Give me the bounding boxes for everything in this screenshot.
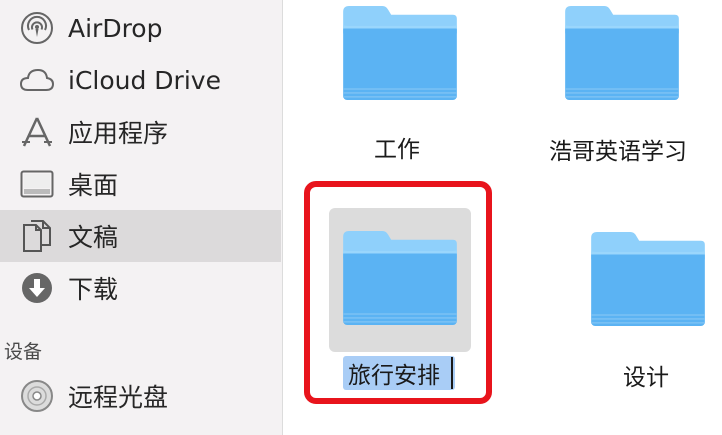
sidebar-item-remote-disc[interactable]: 远程光盘 — [0, 370, 281, 422]
folder-icon[interactable] — [587, 230, 709, 332]
folder-icon[interactable] — [561, 4, 683, 106]
finder-sidebar: AirDrop iCloud Drive 应用程序 桌面 文稿 下载 设备 远程… — [0, 0, 283, 435]
disc-icon — [18, 377, 56, 415]
sidebar-item-label: AirDrop — [68, 13, 163, 43]
desktop-icon — [18, 165, 56, 203]
folder-name[interactable]: 工作 — [374, 130, 420, 164]
sidebar-item-icloud-drive[interactable]: iCloud Drive — [0, 54, 281, 106]
applications-icon — [18, 113, 56, 151]
sidebar-item-documents[interactable]: 文稿 — [0, 210, 281, 262]
sidebar-item-desktop[interactable]: 桌面 — [0, 158, 281, 210]
sidebar-item-downloads[interactable]: 下载 — [0, 262, 281, 314]
sidebar-item-label: 桌面 — [68, 171, 119, 200]
cloud-icon — [18, 61, 56, 99]
folder-icon[interactable] — [339, 4, 461, 106]
sidebar-item-label: 文稿 — [68, 223, 119, 252]
sidebar-section-devices: 设备 — [4, 341, 43, 363]
sidebar-item-label: 远程光盘 — [68, 383, 169, 412]
documents-icon — [18, 217, 56, 255]
sidebar-item-label: iCloud Drive — [68, 65, 221, 95]
airdrop-icon — [18, 9, 56, 47]
sidebar-item-label: 下载 — [68, 275, 119, 304]
downloads-icon — [18, 269, 56, 307]
sidebar-item-label: 应用程序 — [68, 119, 169, 148]
sidebar-item-applications[interactable]: 应用程序 — [0, 106, 281, 158]
folder-name[interactable]: 设计 — [623, 358, 669, 392]
annotation-highlight-box — [304, 181, 492, 404]
sidebar-item-airdrop[interactable]: AirDrop — [0, 2, 281, 54]
folder-name[interactable]: 浩哥英语学习 — [549, 132, 687, 166]
